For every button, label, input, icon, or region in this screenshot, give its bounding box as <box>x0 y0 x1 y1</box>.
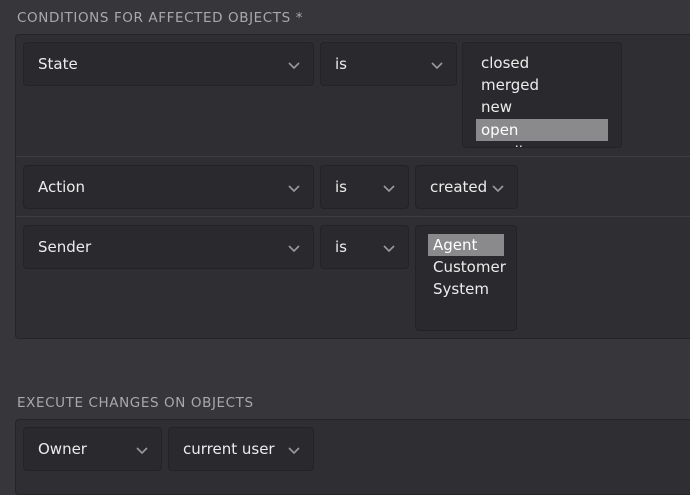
state-value-listbox[interactable]: closed merged new open pending <box>462 42 622 148</box>
execute-section-title: EXECUTE CHANGES ON OBJECTS <box>17 395 254 411</box>
row-divider <box>16 216 690 217</box>
action-value-select[interactable]: created <box>415 165 518 209</box>
state-operator-select[interactable]: is <box>320 42 457 86</box>
action-value: created <box>430 178 488 196</box>
state-option-merged[interactable]: merged <box>476 74 539 96</box>
action-operator-select[interactable]: is <box>320 165 409 209</box>
sender-option-system[interactable]: System <box>428 278 489 300</box>
sender-option-agent[interactable]: Agent <box>428 234 504 256</box>
chevron-down-icon <box>288 245 300 253</box>
sender-attribute-select[interactable]: Sender <box>23 225 314 269</box>
row-divider <box>16 156 690 157</box>
chevron-down-icon <box>288 62 300 70</box>
state-operator-value: is <box>335 55 347 73</box>
owner-value-select[interactable]: current user <box>168 427 314 471</box>
state-option-new[interactable]: new <box>476 96 512 118</box>
sender-value-listbox[interactable]: Agent Customer System <box>415 225 517 331</box>
chevron-down-icon <box>492 185 504 193</box>
sender-option-customer[interactable]: Customer <box>428 256 506 278</box>
conditions-section-title: CONDITIONS FOR AFFECTED OBJECTS * <box>17 10 304 26</box>
state-attribute-select[interactable]: State <box>23 42 314 86</box>
action-attribute-value: Action <box>38 178 85 196</box>
owner-attribute-value: Owner <box>38 440 87 458</box>
chevron-down-icon <box>288 447 300 455</box>
sender-attribute-value: Sender <box>38 238 92 256</box>
action-attribute-select[interactable]: Action <box>23 165 314 209</box>
state-option-closed[interactable]: closed <box>476 52 529 74</box>
state-attribute-value: State <box>38 55 78 73</box>
state-option-open[interactable]: open <box>476 119 608 141</box>
chevron-down-icon <box>431 62 443 70</box>
state-option-partial: pending <box>476 141 542 147</box>
sender-operator-select[interactable]: is <box>320 225 409 269</box>
owner-attribute-select[interactable]: Owner <box>23 427 162 471</box>
chevron-down-icon <box>383 245 395 253</box>
chevron-down-icon <box>383 185 395 193</box>
owner-value: current user <box>183 440 275 458</box>
sender-operator-value: is <box>335 238 347 256</box>
action-operator-value: is <box>335 178 347 196</box>
chevron-down-icon <box>288 185 300 193</box>
chevron-down-icon <box>136 447 148 455</box>
